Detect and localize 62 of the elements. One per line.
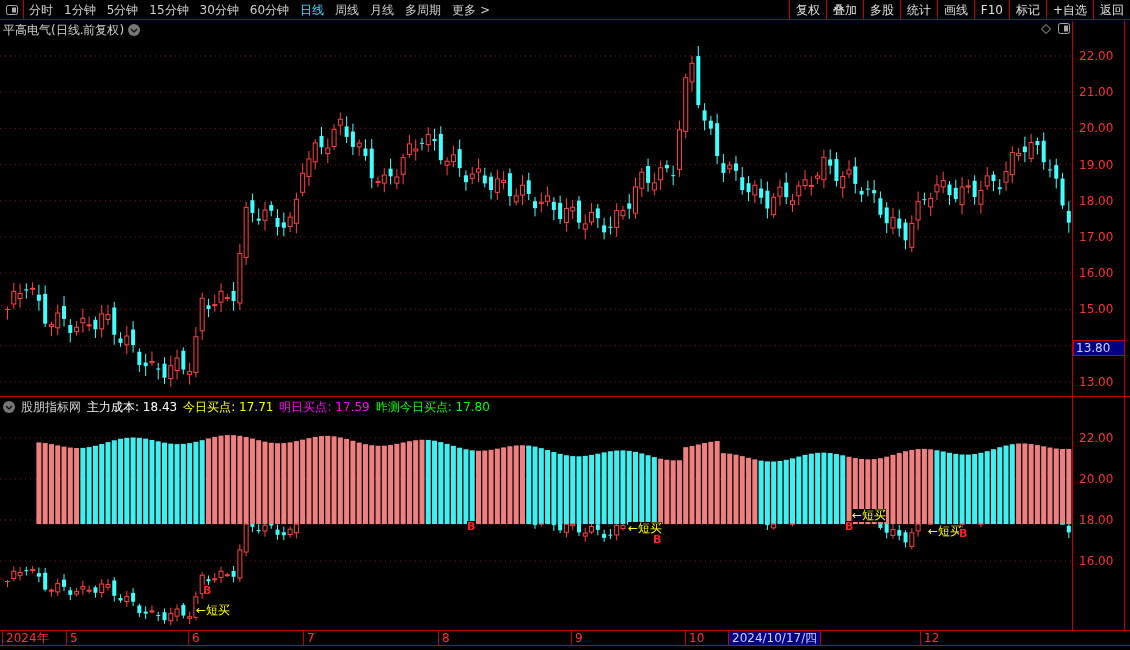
time-label: 2024年 [2,631,49,645]
period-tab[interactable]: 分时 [29,0,53,19]
period-tab[interactable]: 1分钟 [64,0,96,19]
panel-icon [5,4,18,15]
legend-value: 明日买点: 17.59 [279,399,370,416]
axis-label: 15.00 [1079,302,1114,317]
indicator-name: 股朋指标网 [21,399,81,416]
signal-label: ←短买 [196,604,231,617]
panel-icon[interactable] [1058,23,1070,34]
toolbar-button[interactable]: 多股 [862,0,900,19]
buy-marker: B [959,528,968,540]
price-marker: 13.80 [1073,340,1125,356]
signal-label: ←短买 [852,509,887,522]
axis-label: 22.00 [1079,49,1114,63]
signal-label: ←短买 [628,522,663,535]
toolbar-button[interactable]: 标记 [1008,0,1046,19]
toolbar-button[interactable]: 统计 [899,0,937,19]
time-label: 7 [303,631,315,645]
axis-label: 16.00 [1079,266,1114,281]
toolbar-button[interactable]: 返回 [1093,0,1130,19]
period-tab[interactable]: 30分钟 [199,0,239,19]
period-tab[interactable]: 多周期 [405,0,442,19]
toolbar-button[interactable]: 复权 [788,0,826,19]
period-tab[interactable]: 60分钟 [249,0,290,19]
period-tab[interactable]: 更多 > [452,0,490,19]
toolbar-button[interactable]: 叠加 [825,0,863,19]
time-label: 12 [920,631,940,645]
dropdown-icon[interactable] [128,24,141,36]
legend-value: 昨测今日买点: 17.80 [375,399,490,416]
toolbar-button[interactable]: 画线 [936,0,974,19]
axis-label: 16.00 [1079,554,1114,568]
axis-label: 21.00 [1079,85,1114,100]
toolbar-button[interactable]: F10 [973,0,1009,19]
stock-title: 平高电气(日线.前复权) [3,22,125,39]
dropdown-icon[interactable] [3,401,15,413]
buy-marker: B [467,521,476,533]
axis-label: 20.00 [1079,472,1114,486]
time-label: 6 [188,631,200,645]
buy-marker: B [653,534,662,546]
axis-label: 22.00 [1079,431,1114,445]
toolbar-button[interactable]: +自选 [1045,0,1093,19]
period-tab[interactable]: 周线 [335,0,360,19]
period-tab[interactable]: 15分钟 [149,0,189,19]
time-label: 2024/10/17/四 [728,631,822,645]
time-label: 8 [438,631,450,645]
axis-label: 18.00 [1079,193,1114,208]
legend-value: 主力成本: 18.43 [87,399,178,416]
time-label: 5 [66,631,78,645]
diamond-icon[interactable] [1041,24,1051,34]
axis-label: 19.00 [1079,157,1114,172]
period-tab[interactable]: 日线 [300,0,325,19]
buy-marker: B [845,521,854,533]
axis-label: 17.00 [1079,230,1114,244]
axis-label: 18.00 [1079,513,1114,527]
buy-marker: B [203,585,212,597]
period-tab[interactable]: 5分钟 [106,0,139,19]
axis-label: 13.00 [1079,374,1114,389]
period-tab[interactable]: 月线 [370,0,395,19]
legend-value: 今日买点: 17.71 [183,399,274,416]
time-label: 10 [685,631,705,645]
axis-label: 20.00 [1079,121,1114,136]
time-label: 9 [571,631,583,645]
